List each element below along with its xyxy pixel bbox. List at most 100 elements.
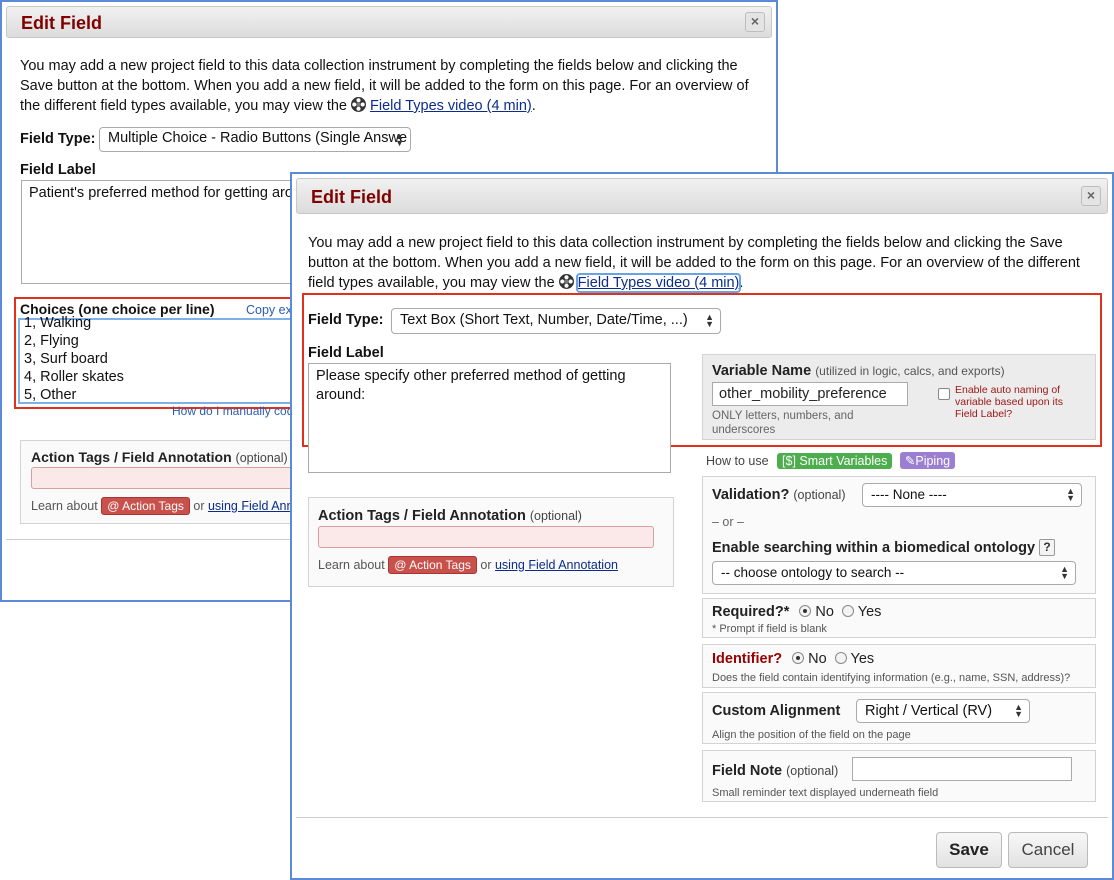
choice-item: 1, Walking <box>24 315 92 331</box>
required-no-label: No <box>815 604 834 620</box>
action-tags-input[interactable] <box>31 467 293 489</box>
choices-textarea[interactable]: 1, Walking 2, Flying 3, Surf board 4, Ro… <box>18 315 303 404</box>
field-type-select[interactable]: Multiple Choice - Radio Buttons (Single … <box>99 127 411 152</box>
using-field-annotation-link[interactable]: using Field Annotation <box>495 558 618 572</box>
auto-naming-checkbox[interactable] <box>938 388 950 400</box>
intro-paragraph: You may add a new project field to this … <box>308 235 1080 293</box>
required-yes-radio[interactable] <box>841 605 854 617</box>
ontology-select[interactable]: -- choose ontology to search -- ▲ ▼ <box>712 561 1076 585</box>
film-reel-icon <box>351 97 367 112</box>
field-types-video-link[interactable]: Field Types video (4 min) <box>575 273 742 293</box>
variable-name-value: other_mobility_preference <box>719 386 887 402</box>
field-type-value: Text Box (Short Text, Number, Date/Time,… <box>400 312 688 328</box>
dialog-titlebar[interactable]: Edit Field × <box>296 178 1108 214</box>
action-tags-title: Action Tags / Field Annotation <box>31 449 232 465</box>
ontology-value: -- choose ontology to search -- <box>721 565 905 580</box>
optional-text: (optional) <box>529 509 582 523</box>
identifier-note: Does the field contain identifying infor… <box>712 672 1071 684</box>
learn-about-text: Learn about <box>31 499 98 513</box>
choice-item: 4, Roller skates <box>24 369 124 385</box>
piping-button[interactable]: ✎Piping <box>899 452 956 469</box>
validation-heading: Validation? (optional) <box>712 487 846 503</box>
how-to-use-text: How to use <box>706 454 769 468</box>
identifier-yes-radio[interactable] <box>834 652 847 664</box>
action-tags-heading: Action Tags / Field Annotation (optional… <box>31 449 288 465</box>
dialog-titlebar[interactable]: Edit Field × <box>6 6 772 38</box>
action-tags-heading: Action Tags / Field Annotation (optional… <box>318 508 582 524</box>
field-type-select[interactable]: Text Box (Short Text, Number, Date/Time,… <box>391 308 721 334</box>
action-tags-panel: Action Tags / Field Annotation (optional… <box>308 497 674 587</box>
action-tags-button[interactable]: @ Action Tags <box>101 497 190 515</box>
field-label-heading: Field Label <box>20 162 96 178</box>
action-tags-input[interactable] <box>318 526 654 548</box>
select-arrows-icon: ▲ ▼ <box>1014 702 1023 719</box>
field-label-textarea[interactable]: Please specify other preferred method of… <box>308 363 671 473</box>
close-icon[interactable]: × <box>1081 186 1101 206</box>
identifier-yes-label: Yes <box>850 651 875 667</box>
alignment-value: Right / Vertical (RV) <box>865 703 993 719</box>
field-label-heading: Field Label <box>308 345 384 361</box>
field-note-input[interactable] <box>852 757 1072 781</box>
variable-name-hint: (utilized in logic, calcs, and exports) <box>815 364 1005 378</box>
smart-variables-button[interactable]: [$] Smart Variables <box>777 453 893 469</box>
piping-label: Piping <box>915 454 951 468</box>
field-note-label: Field Note <box>712 763 783 779</box>
learn-about-row: Learn about @ Action Tags or using Field… <box>31 497 304 515</box>
ontology-row: Enable searching within a biomedical ont… <box>712 539 1056 556</box>
close-icon[interactable]: × <box>745 12 765 32</box>
validation-panel: Validation? (optional) ---- None ---- ▲ ▼… <box>702 476 1096 594</box>
select-arrows-icon: ▲ ▼ <box>1060 564 1069 581</box>
learn-about-row: Learn about @ Action Tags or using Field… <box>318 556 618 574</box>
copy-choices-link[interactable]: Copy exi <box>246 303 295 317</box>
variable-name-heading: Variable Name (utilized in logic, calcs,… <box>712 363 1005 379</box>
action-tags-title: Action Tags / Field Annotation <box>318 508 526 524</box>
identifier-no-radio[interactable] <box>792 652 805 664</box>
identifier-no-label: No <box>808 651 827 667</box>
dialog-title: Edit Field <box>311 187 392 207</box>
identifier-row: Identifier? No Yes <box>712 651 874 667</box>
select-arrows-icon: ▲ ▼ <box>1066 486 1075 503</box>
identifier-panel: Identifier? No Yes Does the field contai… <box>702 644 1096 688</box>
intro-paragraph: You may add a new project field to this … <box>20 58 749 114</box>
validation-label: Validation? <box>712 487 790 503</box>
alignment-note: Align the position of the field on the p… <box>712 729 911 741</box>
or-text: or <box>193 499 205 513</box>
alignment-panel: Custom Alignment Right / Vertical (RV) ▲… <box>702 692 1096 744</box>
field-type-label: Field Type: <box>308 312 384 328</box>
required-panel: Required?* No Yes * Prompt if field is b… <box>702 598 1096 638</box>
help-icon[interactable]: ? <box>1039 539 1056 556</box>
choice-item: 2, Flying <box>24 333 79 349</box>
manual-coding-link[interactable]: How do I manually cod <box>172 404 293 418</box>
action-tags-button[interactable]: @ Action Tags <box>388 556 477 574</box>
field-label-textarea[interactable]: Patient's preferred method for getting a… <box>21 180 321 284</box>
auto-naming-text: Enable auto naming of variable based upo… <box>955 384 1063 420</box>
film-reel-icon <box>558 274 574 289</box>
alignment-select[interactable]: Right / Vertical (RV) ▲ ▼ <box>856 699 1030 723</box>
cancel-button[interactable]: Cancel <box>1008 832 1088 868</box>
field-note-heading: Field Note (optional) <box>712 763 838 779</box>
validation-select[interactable]: ---- None ---- ▲ ▼ <box>862 483 1082 507</box>
required-no-radio[interactable] <box>799 605 812 617</box>
action-tags-panel: Action Tags / Field Annotation (optional… <box>20 440 304 524</box>
how-to-use-row: How to use [$] Smart Variables ✎Piping <box>706 452 956 469</box>
save-button[interactable]: Save <box>936 832 1002 868</box>
alignment-label: Custom Alignment <box>712 703 841 719</box>
variable-name-note: ONLY letters, numbers, and underscores <box>712 410 854 436</box>
field-types-video-link[interactable]: Field Types video (4 min) <box>370 98 532 114</box>
optional-text: (optional) <box>235 451 288 465</box>
field-label-value: Please specify other preferred method of… <box>316 368 626 403</box>
field-note-hint: Small reminder text displayed underneath… <box>712 787 939 799</box>
select-arrows-icon: ▲ ▼ <box>395 130 404 148</box>
choice-item: 3, Surf board <box>24 351 108 367</box>
field-note-optional: (optional) <box>786 764 839 778</box>
validation-value: ---- None ---- <box>871 487 947 502</box>
choice-item: 5, Other <box>24 387 77 403</box>
variable-name-input[interactable]: other_mobility_preference <box>712 382 908 406</box>
or-text: or <box>480 558 492 572</box>
required-label: Required?* <box>712 604 790 620</box>
divider <box>296 817 1108 818</box>
pencil-icon: ✎ <box>904 454 916 468</box>
choices-list: 1, Walking 2, Flying 3, Surf board 4, Ro… <box>24 314 124 404</box>
learn-about-text: Learn about <box>318 558 385 572</box>
dialog-title: Edit Field <box>21 13 102 33</box>
